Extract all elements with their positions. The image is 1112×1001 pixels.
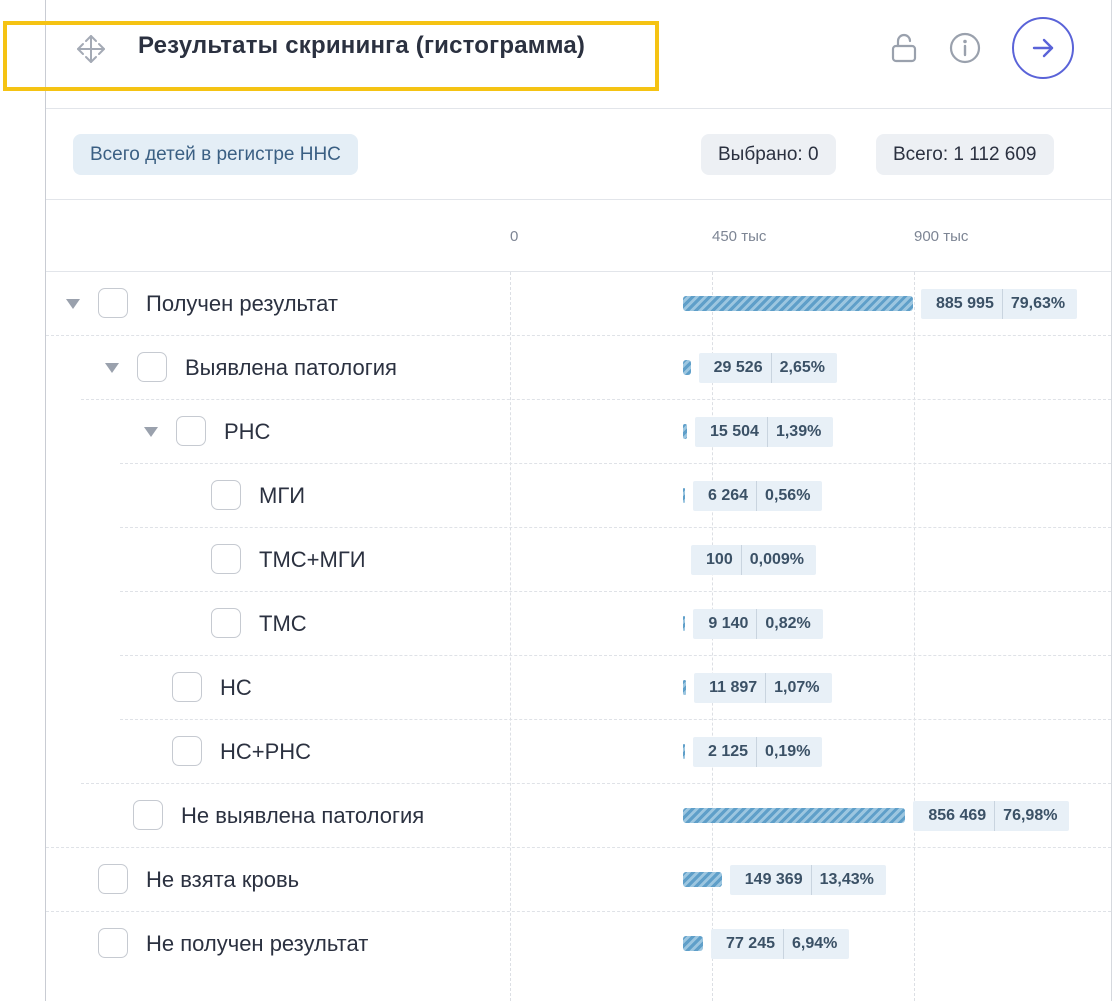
go-to-report-button[interactable] [1012,17,1074,79]
row-checkbox[interactable] [98,928,128,958]
histogram-bar [683,872,722,887]
histogram-bar [683,296,913,311]
histogram-bar [683,808,906,823]
histogram-row[interactable]: Выявлена патология 29 526 2,65% [46,336,1111,400]
row-percent: 1,07% [774,679,820,696]
histogram-bar [683,680,687,695]
row-label: НС [220,675,252,700]
row-percent: 0,19% [765,743,811,760]
unlock-icon[interactable] [889,31,919,65]
row-count: 2 125 [693,737,758,767]
expand-toggle-icon[interactable] [105,363,119,373]
row-checkbox[interactable] [98,288,128,318]
row-count: 77 245 [711,929,784,959]
axis-tick-450k: 450 тыс [712,228,767,245]
row-label: ТМС+МГИ [259,547,366,572]
row-value-badge: 149 369 13,43% [729,865,886,895]
axis-tick-900k: 900 тыс [914,228,969,245]
row-checkbox[interactable] [176,416,206,446]
row-value-badge: 15 504 1,39% [695,417,834,447]
row-value-badge: 100 0,009% [691,545,816,575]
screening-results-panel: Результаты скрининга (гистограмма) Всего… [45,0,1112,1001]
row-count: 11 897 [694,673,767,703]
histogram-axis: 0 450 тыс 900 тыс [46,200,1111,272]
row-count: 15 504 [695,417,768,447]
row-value-badge: 29 526 2,65% [698,353,837,383]
row-value-badge: 9 140 0,82% [693,609,823,639]
row-checkbox[interactable] [211,480,241,510]
axis-tick-0: 0 [510,228,519,245]
row-checkbox[interactable] [133,800,163,830]
histogram-bar [683,616,686,631]
histogram-bar [683,360,691,375]
row-percent: 0,82% [765,615,811,632]
row-value-badge: 11 897 1,07% [694,673,832,703]
total-count-badge: Всего: 1 112 609 [876,134,1054,175]
row-label: Не получен результат [146,931,369,956]
row-percent: 0,009% [749,551,804,568]
register-filter-chip[interactable]: Всего детей в регистре ННС [73,134,358,175]
histogram-bar [683,424,688,439]
expand-toggle-icon[interactable] [66,299,80,309]
row-count: 149 369 [730,865,812,895]
histogram-bar [683,936,704,951]
row-percent: 79,63% [1010,295,1066,312]
row-label: Получен результат [146,291,338,316]
row-label: НС+РНС [220,739,312,764]
row-percent: 0,56% [765,487,811,504]
histogram-row[interactable]: Получен результат 885 995 79,63% [46,272,1111,336]
histogram-row[interactable]: НС 11 897 1,07% [46,656,1111,720]
row-count: 100 [691,545,742,575]
histogram-row[interactable]: Не взята кровь 149 369 13,43% [46,848,1111,912]
row-label: РНС [224,419,271,444]
histogram-row[interactable]: Не выявлена патология 856 469 76,98% [46,784,1111,848]
histogram-row[interactable]: МГИ 6 264 0,56% [46,464,1111,528]
row-label: Не взята кровь [146,867,300,892]
row-value-badge: 2 125 0,19% [693,737,823,767]
histogram-row[interactable]: ТМС 9 140 0,82% [46,592,1111,656]
row-checkbox[interactable] [211,544,241,574]
row-percent: 6,94% [791,935,838,952]
arrow-right-icon [1032,38,1054,58]
histogram-row[interactable]: НС+РНС 2 125 0,19% [46,720,1111,784]
row-count: 29 526 [699,353,772,383]
info-icon[interactable] [948,31,982,65]
row-checkbox[interactable] [137,352,167,382]
row-label: МГИ [259,483,306,508]
histogram-row[interactable]: РНС 15 504 1,39% [46,400,1111,464]
row-value-badge: 856 469 76,98% [913,801,1070,831]
histogram-bar [683,488,685,503]
expand-toggle-icon[interactable] [144,427,158,437]
row-checkbox[interactable] [172,736,202,766]
row-percent: 13,43% [819,871,874,888]
histogram-row[interactable]: ТМС+МГИ 100 0,009% [46,528,1111,592]
row-label: Не выявлена патология [181,803,425,828]
row-count: 6 264 [693,481,758,511]
row-checkbox[interactable] [98,864,128,894]
row-percent: 1,39% [775,423,822,440]
row-count: 9 140 [693,609,758,639]
title-highlight-frame [3,21,659,91]
panel-toolbar: Всего детей в регистре ННС Выбрано: 0 Вс… [46,109,1111,200]
row-percent: 76,98% [1003,807,1058,824]
row-checkbox[interactable] [172,672,202,702]
row-count: 856 469 [913,801,996,831]
row-label: Выявлена патология [185,355,397,380]
histogram-row[interactable]: Не получен результат 77 245 6,94% [46,912,1111,976]
row-label: ТМС [259,611,307,636]
row-value-badge: 77 245 6,94% [711,929,850,959]
row-value-badge: 885 995 79,63% [921,289,1078,319]
row-value-badge: 6 264 0,56% [693,481,823,511]
histogram-bar [683,744,685,759]
selected-count-badge: Выбрано: 0 [701,134,836,175]
row-count: 885 995 [921,289,1003,319]
row-percent: 2,65% [779,359,825,376]
row-checkbox[interactable] [211,608,241,638]
